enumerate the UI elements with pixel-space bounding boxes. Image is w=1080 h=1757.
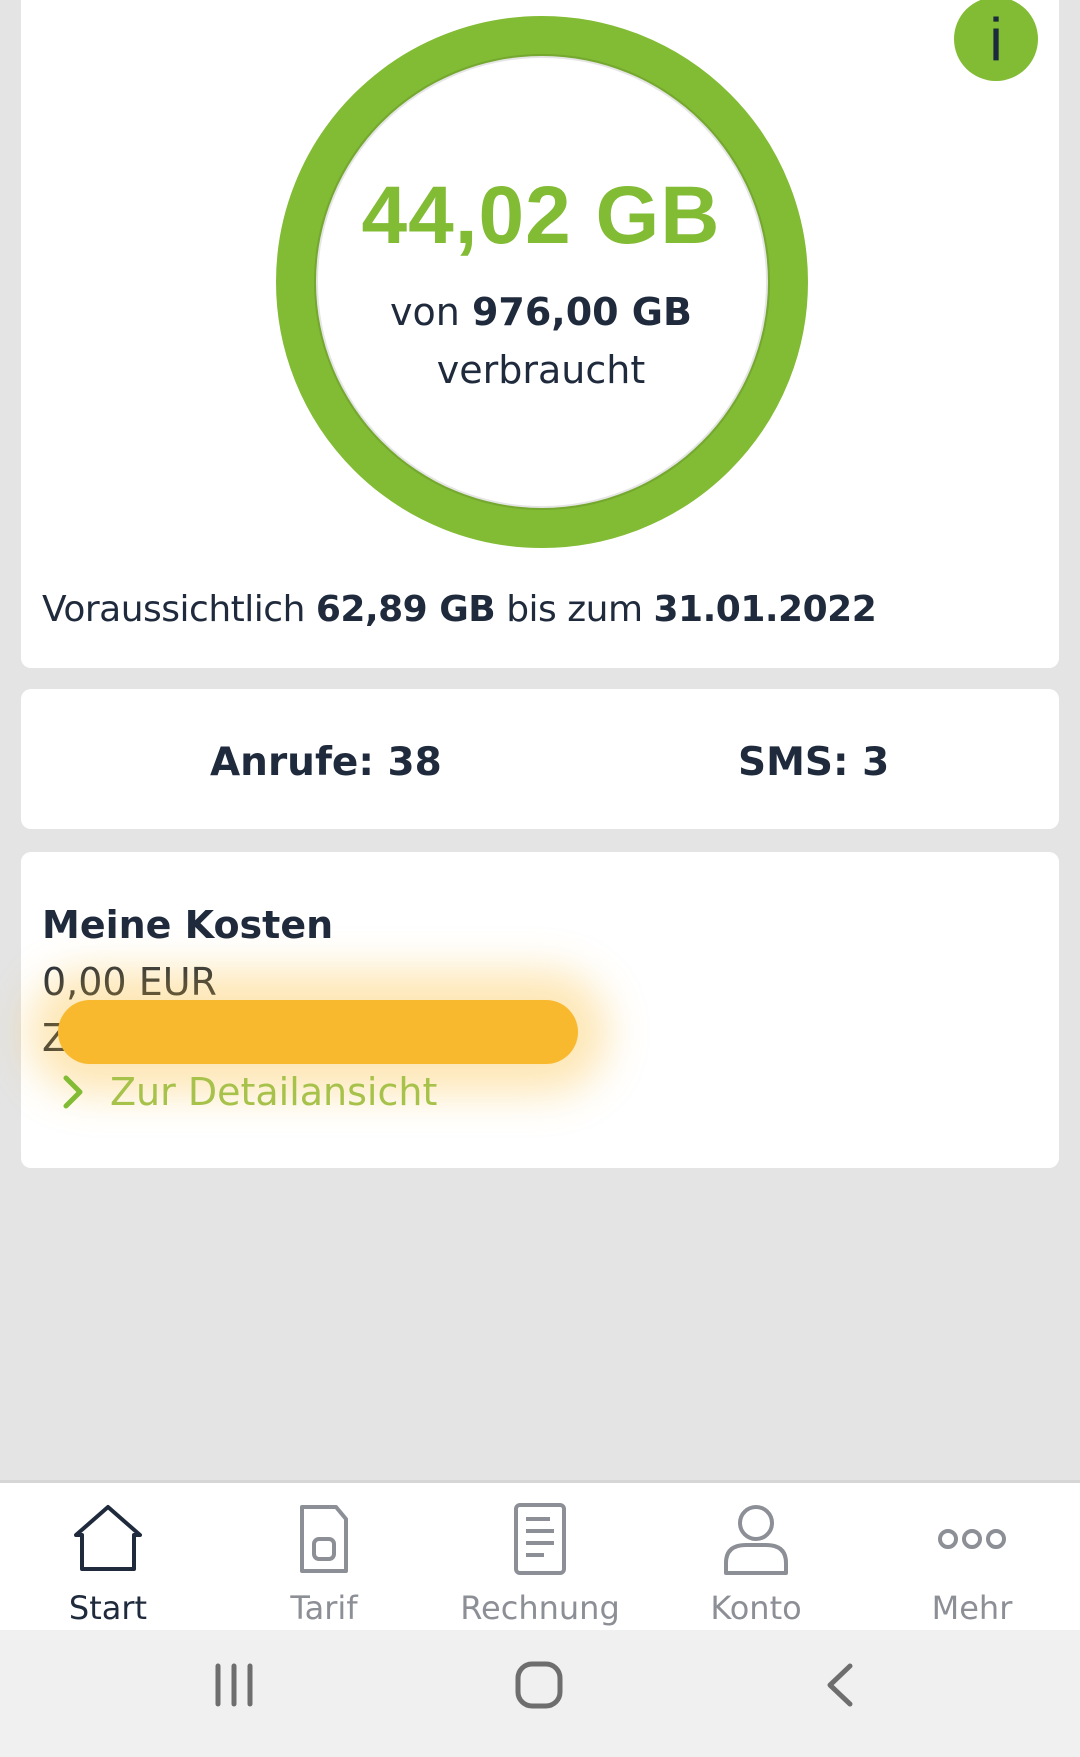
- tab-label-start: Start: [68, 1589, 148, 1627]
- forecast-prefix: Voraussichtlich: [42, 589, 305, 630]
- tab-label-konto: Konto: [710, 1589, 802, 1627]
- bottom-tab-bar: Start Tarif Rechnung Konto Mehr: [0, 1480, 1080, 1630]
- redaction-overlay: [58, 1000, 578, 1064]
- detail-link-label: Zur Detailansicht: [110, 1070, 438, 1114]
- tab-tarif[interactable]: Tarif: [216, 1483, 432, 1630]
- tab-konto[interactable]: Konto: [648, 1483, 864, 1630]
- info-icon: i: [989, 5, 1003, 73]
- sms-count: SMS: 3: [738, 740, 890, 785]
- used-data-value: 44,02 GB: [361, 170, 721, 261]
- sim-card-icon: [300, 1505, 348, 1573]
- forecast-line: Voraussichtlich 62,89 GB bis zum 31.01.2…: [42, 588, 877, 632]
- calls-count: Anrufe: 38: [210, 740, 442, 785]
- chevron-right-icon: [63, 1075, 83, 1109]
- tab-rechnung[interactable]: Rechnung: [432, 1483, 648, 1630]
- usage-counts-card: [21, 689, 1059, 829]
- app-screen: i 44,02 GB von 976,00 GB verbraucht Vora…: [0, 0, 1080, 1757]
- tab-mehr[interactable]: Mehr: [864, 1483, 1080, 1630]
- back-icon[interactable]: [822, 1660, 858, 1710]
- more-dots-icon: [938, 1529, 1006, 1549]
- tab-label-rechnung: Rechnung: [460, 1589, 620, 1627]
- costs-title: Meine Kosten: [42, 903, 334, 947]
- forecast-middle: bis zum: [506, 589, 643, 630]
- used-label: verbraucht: [436, 348, 646, 392]
- user-icon: [724, 1505, 788, 1575]
- tab-start[interactable]: Start: [0, 1483, 216, 1630]
- of-label: von: [390, 290, 460, 334]
- total-data-value: 976,00 GB: [471, 290, 692, 334]
- forecast-amount: 62,89 GB: [315, 589, 496, 630]
- invoice-icon: [514, 1503, 566, 1575]
- info-button[interactable]: i: [954, 0, 1038, 81]
- recent-apps-icon[interactable]: [212, 1660, 256, 1710]
- total-data-line: von 976,00 GB: [316, 283, 766, 341]
- system-navigation-bar: [0, 1630, 1080, 1757]
- forecast-date: 31.01.2022: [653, 589, 877, 630]
- tab-label-mehr: Mehr: [931, 1589, 1013, 1627]
- cost-detail-link[interactable]: Zur Detailansicht: [60, 1070, 437, 1114]
- home-nav-icon[interactable]: [514, 1660, 564, 1710]
- tab-label-tarif: Tarif: [290, 1589, 358, 1627]
- usage-summary: 44,02 GB von 976,00 GB verbraucht: [316, 175, 766, 399]
- costs-value: 0,00 EUR: [42, 960, 217, 1004]
- home-icon: [74, 1505, 142, 1571]
